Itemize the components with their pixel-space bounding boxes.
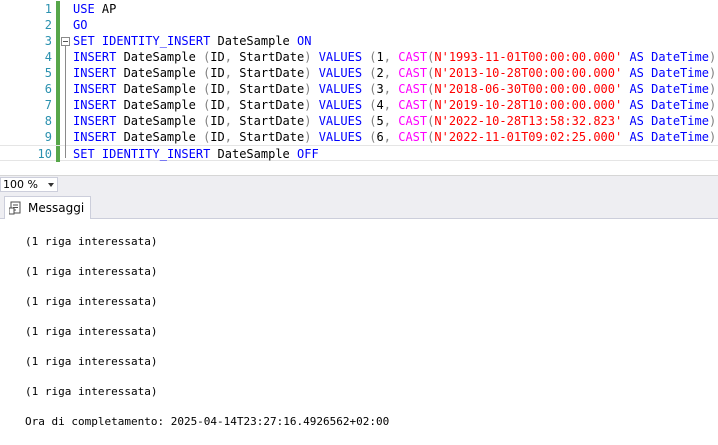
change-indicator [56, 113, 60, 129]
tab-messages-label: Messaggi [28, 201, 85, 215]
line-number: 9 [44, 130, 52, 144]
change-indicator [56, 17, 60, 33]
message-row: (1 riga interessata) [25, 355, 158, 368]
change-indicator [56, 33, 60, 49]
code-line[interactable]: 2 GO [0, 17, 718, 33]
zoom-select[interactable]: 100 % [0, 177, 58, 192]
message-row: (1 riga interessata) [25, 295, 158, 308]
results-tabstrip: Messaggi [0, 194, 718, 219]
change-indicator [56, 81, 60, 97]
collapse-icon[interactable] [61, 37, 70, 46]
chevron-down-icon[interactable] [48, 183, 54, 187]
code-text: INSERT DateSample (ID, StartDate) VALUES… [73, 82, 718, 96]
message-row: (1 riga interessata) [25, 235, 158, 248]
code-text: INSERT DateSample (ID, StartDate) VALUES… [73, 130, 718, 144]
code-line[interactable]: 3 SET IDENTITY_INSERT DateSample ON [0, 33, 718, 49]
fold-guide [65, 46, 66, 158]
change-indicator [56, 129, 60, 145]
messages-icon [8, 201, 23, 215]
messages-pane[interactable]: (1 riga interessata) (1 riga interessata… [0, 219, 718, 445]
code-line[interactable]: 9 INSERT DateSample (ID, StartDate) VALUE… [0, 129, 718, 145]
line-number: 5 [44, 66, 52, 80]
code-line[interactable]: 4 INSERT DateSample (ID, StartDate) VALUE… [0, 49, 718, 65]
code-text: SET IDENTITY_INSERT DateSample ON [73, 34, 312, 48]
code-text: GO [73, 18, 88, 32]
message-row: (1 riga interessata) [25, 265, 158, 278]
line-number: 8 [44, 114, 52, 128]
message-row: (1 riga interessata) [25, 385, 158, 398]
message-row: (1 riga interessata) [25, 325, 158, 338]
code-line[interactable]: 5 INSERT DateSample (ID, StartDate) VALUE… [0, 65, 718, 81]
code-text: INSERT DateSample (ID, StartDate) VALUES… [73, 114, 718, 128]
line-number: 10 [37, 147, 52, 161]
line-number: 6 [44, 82, 52, 96]
change-indicator [56, 1, 60, 17]
query-editor[interactable]: 1 USE AP 2 GO 3 SET IDENTITY_INSERT DateSampl… [0, 0, 718, 175]
code-line[interactable]: 1 USE AP [0, 1, 718, 17]
code-text: INSERT DateSample (ID, StartDate) VALUES… [73, 98, 718, 112]
code-line[interactable]: 6 INSERT DateSample (ID, StartDate) VALUE… [0, 81, 718, 97]
change-indicator [56, 146, 60, 162]
line-number: 3 [44, 34, 52, 48]
code-text: INSERT DateSample (ID, StartDate) VALUES… [73, 50, 718, 64]
tab-messages[interactable]: Messaggi [4, 196, 92, 219]
change-indicator [56, 49, 60, 65]
code-text: SET IDENTITY_INSERT DateSample OFF [73, 147, 319, 161]
code-text: INSERT DateSample (ID, StartDate) VALUES… [73, 66, 718, 80]
line-number: 1 [44, 2, 52, 16]
completion-time: Ora di completamento: 2025-04-14T23:27:1… [25, 415, 390, 428]
zoom-value: 100 % [3, 178, 38, 191]
line-number: 2 [44, 18, 52, 32]
change-indicator [56, 65, 60, 81]
change-indicator [56, 97, 60, 113]
code-text: USE AP [73, 2, 117, 16]
zoom-bar: 100 % [0, 175, 718, 194]
code-line[interactable]: 8 INSERT DateSample (ID, StartDate) VALUE… [0, 113, 718, 129]
line-number: 7 [44, 98, 52, 112]
code-line[interactable]: 10 SET IDENTITY_INSERT DateSample OFF [0, 145, 718, 162]
line-number: 4 [44, 50, 52, 64]
code-line[interactable]: 7 INSERT DateSample (ID, StartDate) VALUE… [0, 97, 718, 113]
